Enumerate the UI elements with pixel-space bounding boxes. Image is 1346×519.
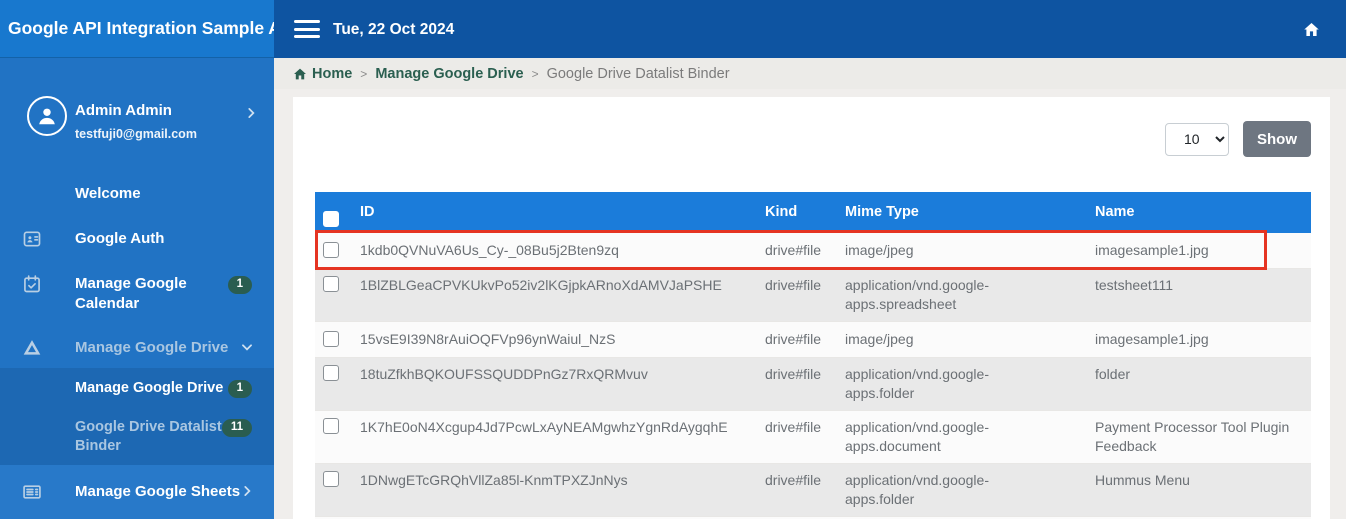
sidebar-subitem-google-drive-datalist-binder[interactable]: Google Drive Datalist Binder 11 <box>0 418 274 456</box>
table-row: 1BlZBLGeaCPVKUkvPo52iv2lKGjpkARnoXdAMVJa… <box>315 268 1311 322</box>
cell-mime: application/vnd.google-apps.folder <box>845 366 989 401</box>
sidebar-subitem-manage-google-drive[interactable]: Manage Google Drive 1 <box>0 379 274 398</box>
cell-name: folder <box>1095 366 1131 382</box>
user-avatar-icon <box>27 96 67 136</box>
cell-mime: application/vnd.google-apps.document <box>845 419 989 454</box>
cell-id: 15vsE9I39N8rAuiOQFVp96ynWaiul_NzS <box>360 331 616 347</box>
sidebar-item-label: Google Drive Datalist Binder <box>75 419 222 454</box>
cell-mime: application/vnd.google-apps.spreadsheet <box>845 277 989 312</box>
cell-kind: drive#file <box>765 277 822 293</box>
page-size-select[interactable]: 10 <box>1165 122 1229 156</box>
row-checkbox[interactable] <box>323 471 339 487</box>
row-checkbox[interactable] <box>323 418 339 434</box>
table-row: 15vsE9I39N8rAuiOQFVp96ynWaiul_NzS drive#… <box>315 321 1311 358</box>
breadcrumb-manage-google-drive-link[interactable]: Manage Google Drive <box>375 66 523 82</box>
sidebar-item-welcome[interactable]: Welcome <box>0 184 274 204</box>
table-row: 18tuZfkhBQKOUFSSQUDDPnGz7RxQRMvuv drive#… <box>315 357 1311 411</box>
user-panel[interactable]: Admin Admin testfuji0@gmail.com <box>0 58 274 170</box>
app-title: Google API Integration Sample A <box>0 0 274 58</box>
user-email: testfuji0@gmail.com <box>75 127 197 141</box>
count-badge: 11 <box>221 419 252 437</box>
cell-name: testsheet111 <box>1095 277 1174 293</box>
cell-mime: image/jpeg <box>845 331 914 347</box>
drive-files-table: ID Kind Mime Type Name 1kdb0QVNuVA6Us_Cy… <box>315 192 1311 519</box>
show-button[interactable]: Show <box>1243 121 1311 157</box>
sidebar-item-manage-google-calendar[interactable]: Manage Google Calendar 1 <box>0 274 274 314</box>
chevron-right-icon <box>244 106 258 125</box>
sidebar-item-label: Manage Google Calendar <box>75 275 187 312</box>
breadcrumb-separator: > <box>531 66 539 81</box>
table-row: 1K7hE0oN4Xcgup4Jd7PcwLxAyNEAMgwhzYgnRdAy… <box>315 410 1311 464</box>
count-badge: 1 <box>227 276 252 294</box>
sidebar-item-manage-google-sheets[interactable]: Manage Google Sheets <box>0 465 274 519</box>
cell-id: 18tuZfkhBQKOUFSSQUDDPnGz7RxQRMvuv <box>360 366 648 382</box>
cell-name: Hummus Menu <box>1095 472 1190 488</box>
topbar: Tue, 22 Oct 2024 <box>274 0 1346 58</box>
cell-mime: application/vnd.google-apps.folder <box>845 472 989 507</box>
cell-name: imagesample1.jpg <box>1095 331 1209 347</box>
cell-mime: image/jpeg <box>845 242 914 258</box>
row-checkbox[interactable] <box>323 365 339 381</box>
cell-kind: drive#file <box>765 366 822 382</box>
cell-kind: drive#file <box>765 419 822 435</box>
cell-kind: drive#file <box>765 242 822 258</box>
column-header-name: Name <box>1085 192 1311 233</box>
sidebar-item-manage-google-drive[interactable]: Manage Google Drive <box>0 338 274 358</box>
row-checkbox[interactable] <box>323 276 339 292</box>
pagination-controls: 10 Show <box>1165 121 1311 157</box>
row-checkbox[interactable] <box>323 242 339 258</box>
content-area: 10 Show ID Kind Mime Type Name 1kdb0QVNu… <box>274 89 1346 519</box>
topbar-date: Tue, 22 Oct 2024 <box>333 21 455 38</box>
breadcrumb: Home > Manage Google Drive > Google Driv… <box>274 58 1346 89</box>
hamburger-menu-icon[interactable] <box>294 20 320 38</box>
sidebar: Google API Integration Sample A Admin Ad… <box>0 0 274 519</box>
cell-name: Payment Processor Tool Plugin Feedback <box>1095 419 1290 454</box>
breadcrumb-current: Google Drive Datalist Binder <box>546 65 730 82</box>
chevron-right-icon <box>240 484 254 502</box>
drive-submenu: Manage Google Drive 1 Google Drive Datal… <box>0 368 274 465</box>
datalist-card: 10 Show ID Kind Mime Type Name 1kdb0QVNu… <box>293 97 1330 519</box>
home-icon <box>293 67 307 81</box>
sidebar-item-label: Google Auth <box>75 230 165 247</box>
select-all-checkbox[interactable] <box>323 210 339 227</box>
drive-files-table-wrap: ID Kind Mime Type Name 1kdb0QVNuVA6Us_Cy… <box>315 192 1311 519</box>
cell-id: 1DNwgETcGRQhVllZa85l-KnmTPXZJnNys <box>360 472 628 488</box>
column-header-kind: Kind <box>755 192 835 233</box>
sidebar-item-google-auth[interactable]: Google Auth <box>0 229 274 249</box>
breadcrumb-home-link[interactable]: Home <box>312 66 352 82</box>
row-checkbox[interactable] <box>323 331 339 347</box>
table-row: 1DNwgETcGRQhVllZa85l-KnmTPXZJnNys drive#… <box>315 463 1311 517</box>
breadcrumb-separator: > <box>360 66 368 81</box>
sidebar-item-label: Welcome <box>75 185 141 202</box>
cell-kind: drive#file <box>765 331 822 347</box>
drive-icon <box>22 338 42 358</box>
cell-id: 1K7hE0oN4Xcgup4Jd7PcwLxAyNEAMgwhzYgnRdAy… <box>360 419 728 435</box>
home-icon[interactable] <box>1303 21 1320 43</box>
user-name: Admin Admin <box>75 102 172 119</box>
table-header-row: ID Kind Mime Type Name <box>315 192 1311 233</box>
cell-kind: drive#file <box>765 472 822 488</box>
table-row: 1kdb0QVNuVA6Us_Cy-_08Bu5j2Bten9zq drive#… <box>315 233 1311 269</box>
id-card-icon <box>22 229 42 249</box>
column-header-mime: Mime Type <box>835 192 1085 233</box>
cell-id: 1kdb0QVNuVA6Us_Cy-_08Bu5j2Bten9zq <box>360 242 619 258</box>
sheets-icon <box>22 482 42 502</box>
count-badge: 1 <box>227 380 252 398</box>
column-header-id: ID <box>350 192 755 233</box>
cell-id: 1BlZBLGeaCPVKUkvPo52iv2lKGjpkARnoXdAMVJa… <box>360 277 722 293</box>
cell-name: imagesample1.jpg <box>1095 242 1209 258</box>
calendar-icon <box>22 274 42 294</box>
chevron-down-icon <box>240 340 254 358</box>
